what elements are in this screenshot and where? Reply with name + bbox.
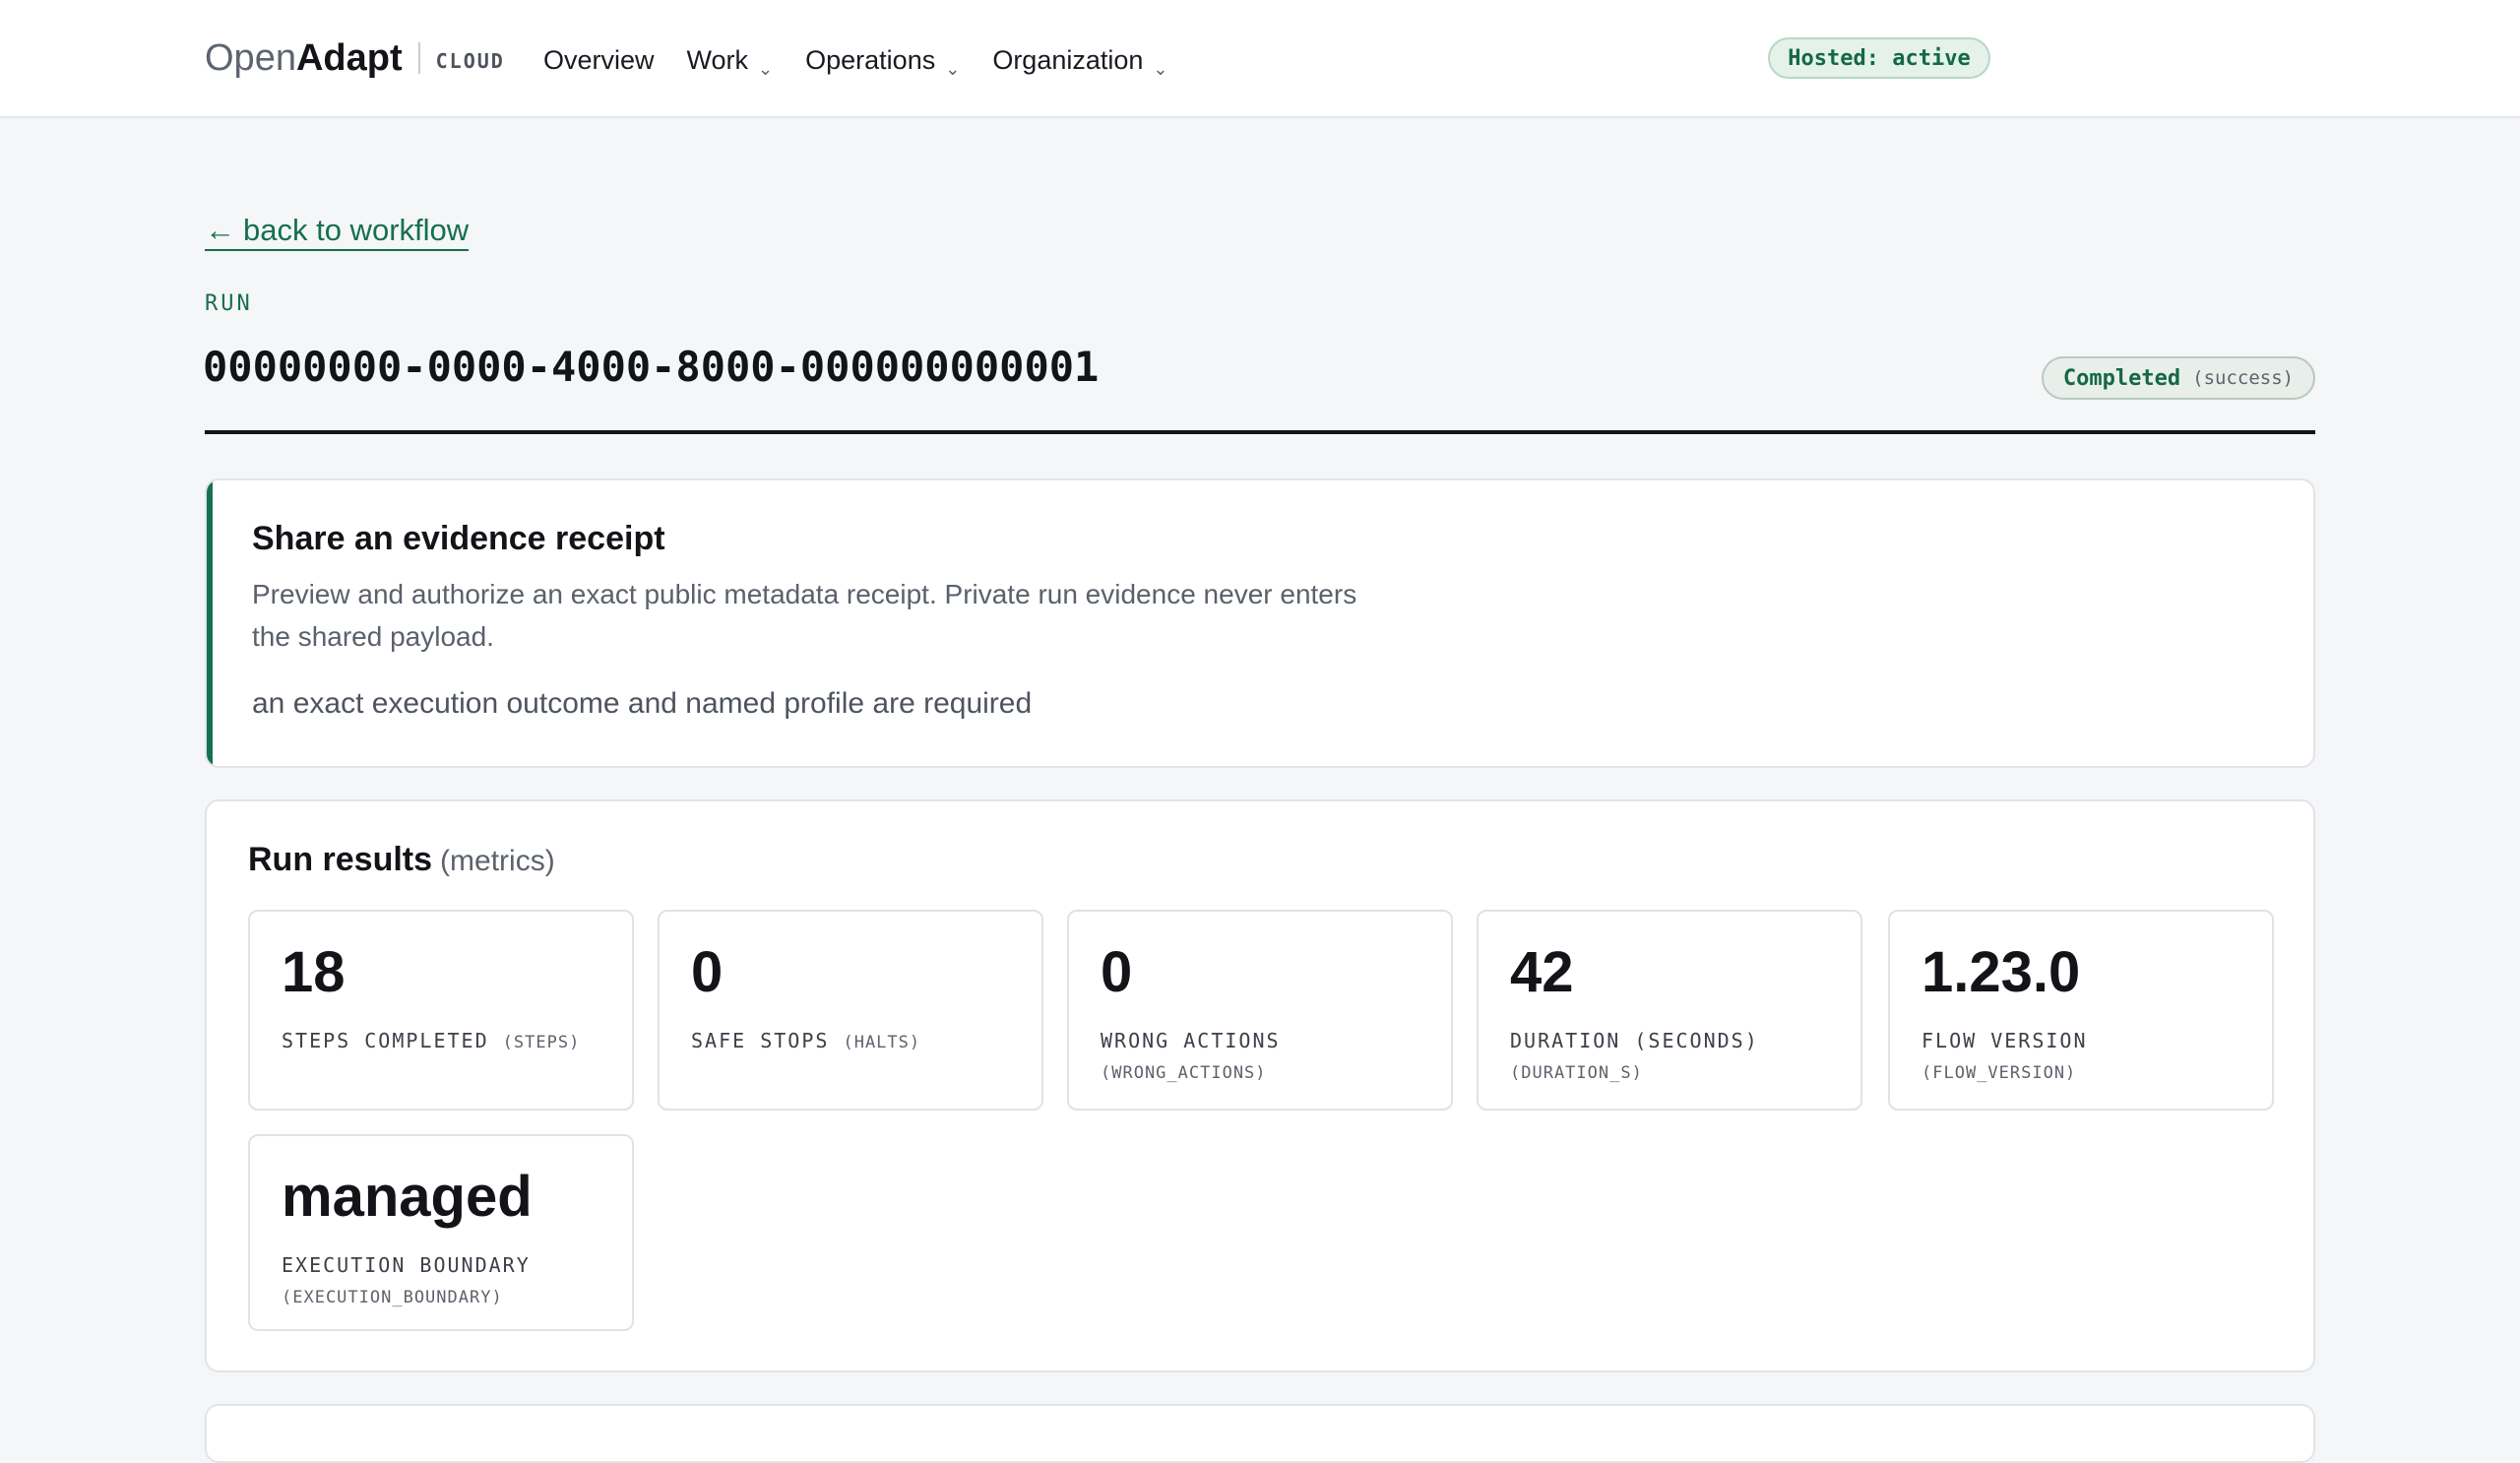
metric-key: (WRONG_ACTIONS) [1101,1063,1267,1083]
card-accent-bar [207,480,213,766]
run-results-card: Run results (metrics) 18 STEPS COMPLETED… [205,799,2315,1372]
next-section-card [205,1404,2315,1463]
metric-value: 0 [691,940,724,1004]
results-heading: Run results (metrics) [248,841,555,879]
arrow-left-icon: ← [205,213,235,247]
nav-overview-label: Overview [543,44,655,75]
metric-label: EXECUTION BOUNDARY (EXECUTION_BOUNDARY) [282,1250,616,1313]
metric-label: DURATION (SECONDS) (DURATION_S) [1510,1026,1845,1089]
metric-label: FLOW VERSION (FLOW_VERSION) [1922,1026,2256,1089]
metric-label: SAFE STOPS (HALTS) [691,1026,1026,1058]
brand-name-open: Open [205,36,296,79]
top-navigation-bar: Open Adapt CLOUD Overview Work ⌄ Operati… [0,0,2520,118]
evidence-receipt-card: Share an evidence receipt Preview and au… [205,478,2315,768]
metric-tile-duration: 42 DURATION (SECONDS) (DURATION_S) [1477,910,1862,1111]
receipt-card-title: Share an evidence receipt [252,520,665,557]
nav-organization-menu[interactable]: Organization ⌄ [992,44,1167,79]
nav-work-label: Work [686,44,749,75]
status-label: Completed [2062,365,2181,391]
metric-tile-steps: 18 STEPS COMPLETED (STEPS) [248,910,634,1111]
metric-label: STEPS COMPLETED (STEPS) [282,1026,616,1058]
metric-label-text: DURATION (SECONDS) [1510,1029,1759,1052]
nav-overview[interactable]: Overview [543,45,655,76]
metric-tile-wrong-actions: 0 WRONG ACTIONS (WRONG_ACTIONS) [1067,910,1453,1111]
receipt-card-description: Preview and authorize an exact public me… [252,579,1357,652]
metric-key: (DURATION_S) [1510,1063,1643,1083]
title-divider [205,430,2315,434]
brand-name-adapt: Adapt [295,36,403,79]
metric-tile-execution-boundary: managed EXECUTION BOUNDARY (EXECUTION_BO… [248,1134,634,1331]
metric-key: (STEPS) [502,1033,581,1052]
main-nav: Overview Work ⌄ Operations ⌄ Organizatio… [543,37,1168,83]
chevron-down-icon: ⌄ [758,58,774,79]
metric-key: (EXECUTION_BOUNDARY) [282,1288,503,1307]
metric-key: (FLOW_VERSION) [1922,1063,2077,1083]
metric-label-text: SAFE STOPS [691,1029,830,1052]
back-to-workflow-link[interactable]: ← back to workflow [205,213,470,251]
page-title-run-id: 00000000-0000-4000-8000-000000000001 [203,343,1100,391]
metric-label-text: WRONG ACTIONS [1101,1029,1281,1052]
metric-key: (HALTS) [843,1033,921,1052]
back-link-label: back to workflow [243,213,470,247]
nav-organization-label: Organization [992,44,1144,75]
status-detail: (success) [2192,367,2295,389]
receipt-requirement-note: an exact execution outcome and named pro… [252,687,1033,720]
chevron-down-icon: ⌄ [1153,58,1168,79]
metric-value: 18 [282,940,346,1004]
chevron-down-icon: ⌄ [945,58,961,79]
nav-work-menu[interactable]: Work ⌄ [686,44,774,79]
metric-label-text: EXECUTION BOUNDARY [282,1253,531,1277]
metric-value: 0 [1101,940,1133,1004]
nav-operations-menu[interactable]: Operations ⌄ [805,44,960,79]
metric-label-text: STEPS COMPLETED [282,1029,489,1052]
brand-divider [417,42,420,74]
metric-tile-halts: 0 SAFE STOPS (HALTS) [658,910,1043,1111]
metric-value: managed [282,1165,533,1229]
results-title: Run results [248,841,433,878]
results-subtitle: (metrics) [440,845,555,877]
metric-value: 1.23.0 [1922,940,2081,1004]
metric-tile-flow-version: 1.23.0 FLOW VERSION (FLOW_VERSION) [1888,910,2274,1111]
brand-logo[interactable]: Open Adapt CLOUD [205,33,505,83]
nav-operations-label: Operations [805,44,936,75]
brand-product-label: CLOUD [435,49,505,73]
run-status-badge: Completed (success) [2042,356,2315,400]
metric-label: WRONG ACTIONS (WRONG_ACTIONS) [1101,1026,1435,1089]
page-eyebrow: RUN [205,291,253,316]
hosted-status-badge: Hosted: active [1768,37,1990,79]
metric-label-text: FLOW VERSION [1922,1029,2088,1052]
metric-value: 42 [1510,940,1574,1004]
